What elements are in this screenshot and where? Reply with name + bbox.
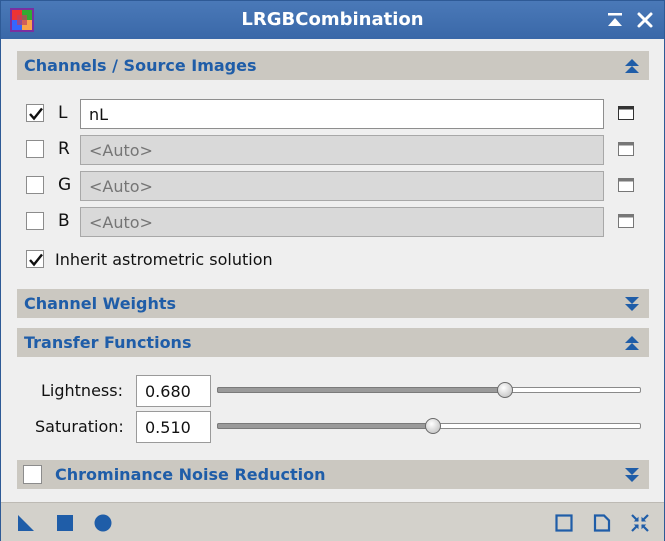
expand-icon[interactable] — [623, 295, 641, 313]
slider-handle[interactable] — [497, 382, 513, 398]
lightness-slider[interactable] — [217, 382, 641, 398]
channel-l-checkbox[interactable] — [26, 104, 44, 122]
inherit-astrometric-checkbox[interactable] — [26, 250, 44, 268]
view-list-icon[interactable] — [618, 178, 634, 192]
collapse-icon[interactable] — [623, 57, 641, 75]
section-title-chrominance-noise-reduction: Chrominance Noise Reduction — [55, 465, 326, 484]
section-header-chrominance-noise-reduction[interactable]: Chrominance Noise Reduction — [17, 460, 649, 489]
channel-g-label: G — [58, 175, 72, 195]
bottom-toolbar — [1, 502, 664, 541]
chrominance-noise-reduction-checkbox[interactable] — [23, 465, 42, 484]
section-title-channels: Channels / Source Images — [24, 56, 257, 75]
section-header-transfer-functions[interactable]: Transfer Functions — [17, 328, 649, 357]
edit-icon[interactable] — [592, 513, 612, 533]
view-list-icon[interactable] — [618, 214, 634, 228]
slider-fill — [217, 387, 505, 393]
collapse-icon[interactable] — [623, 334, 641, 352]
close-icon[interactable] — [635, 10, 655, 30]
channel-l-input[interactable] — [80, 99, 604, 129]
shade-icon[interactable] — [605, 10, 625, 30]
section-header-channel-weights[interactable]: Channel Weights — [17, 289, 649, 318]
saturation-input[interactable] — [136, 411, 211, 443]
view-list-icon[interactable] — [618, 106, 634, 120]
channel-r-checkbox[interactable] — [26, 140, 44, 158]
new-instance-icon[interactable] — [16, 513, 36, 533]
section-header-channels[interactable]: Channels / Source Images — [17, 51, 649, 80]
expand-icon[interactable] — [623, 466, 641, 484]
channel-r-label: R — [58, 139, 70, 159]
section-title-channel-weights: Channel Weights — [24, 294, 177, 313]
section-title-transfer-functions: Transfer Functions — [24, 333, 192, 352]
inherit-astrometric-label: Inherit astrometric solution — [55, 250, 273, 269]
browse-documentation-icon[interactable] — [554, 513, 574, 533]
titlebar[interactable]: LRGBCombination — [1, 1, 664, 39]
reset-icon[interactable] — [630, 513, 650, 533]
check-icon — [29, 107, 43, 121]
channel-b-label: B — [58, 211, 70, 231]
saturation-slider[interactable] — [217, 418, 641, 434]
lightness-label: Lightness: — [41, 381, 123, 400]
channel-b-input[interactable] — [80, 207, 604, 237]
channel-g-input[interactable] — [80, 171, 604, 201]
channel-l-label: L — [58, 103, 68, 123]
view-list-icon[interactable] — [618, 142, 634, 156]
saturation-label: Saturation: — [35, 417, 124, 436]
apply-global-icon[interactable] — [55, 513, 75, 533]
channel-r-input[interactable] — [80, 135, 604, 165]
slider-fill — [217, 423, 433, 429]
lrgbcombination-window: LRGBCombination Channels / Source Images… — [0, 0, 665, 541]
window-title: LRGBCombination — [241, 9, 424, 30]
channel-g-checkbox[interactable] — [26, 176, 44, 194]
slider-handle[interactable] — [425, 418, 441, 434]
channel-b-checkbox[interactable] — [26, 212, 44, 230]
lightness-input[interactable] — [136, 375, 211, 407]
check-icon — [29, 253, 43, 267]
apply-icon[interactable] — [93, 513, 113, 533]
